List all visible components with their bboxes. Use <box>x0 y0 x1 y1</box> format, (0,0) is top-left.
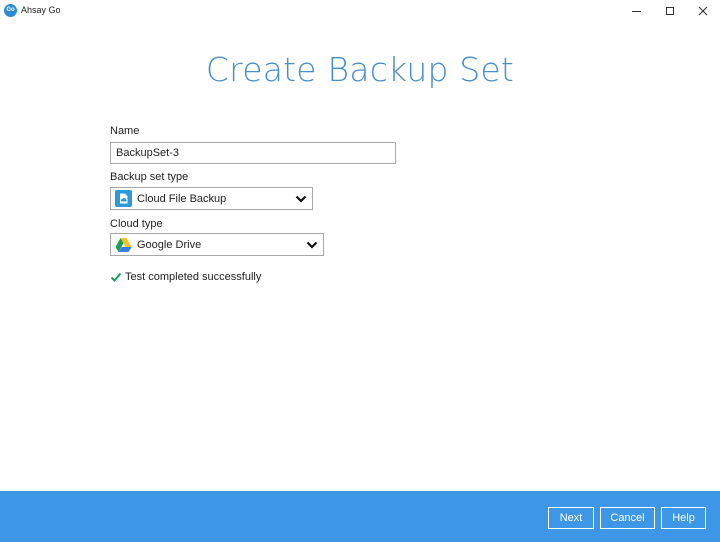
backup-type-value: Cloud File Backup <box>137 192 227 205</box>
cancel-button[interactable]: Cancel <box>600 507 655 529</box>
chevron-down-icon <box>295 195 307 203</box>
name-label: Name <box>110 125 140 137</box>
backup-type-label: Backup set type <box>110 171 189 183</box>
minimize-button[interactable] <box>619 0 653 22</box>
title-bar: Go Ahsay Go <box>0 0 720 22</box>
footer-bar: Next Cancel Help <box>0 491 720 542</box>
cloud-type-select[interactable]: Google Drive <box>110 233 324 256</box>
google-drive-icon <box>115 236 132 253</box>
page-title: Create Backup Set <box>205 50 515 89</box>
cloud-type-label: Cloud type <box>110 218 163 230</box>
maximize-button[interactable] <box>653 0 687 22</box>
test-status: Test completed successfully <box>110 271 261 283</box>
close-button[interactable] <box>686 0 720 22</box>
app-logo-icon: Go <box>4 4 17 17</box>
window-title: Ahsay Go <box>21 5 61 15</box>
chevron-down-icon <box>306 241 318 249</box>
cloud-file-backup-icon <box>115 190 132 207</box>
next-button[interactable]: Next <box>548 507 594 529</box>
backup-type-select[interactable]: Cloud File Backup <box>110 187 313 210</box>
cloud-type-value: Google Drive <box>137 238 202 251</box>
maximize-icon <box>666 7 674 15</box>
name-input[interactable] <box>110 142 396 164</box>
close-icon <box>698 6 708 16</box>
checkmark-icon <box>110 272 122 282</box>
minimize-icon <box>631 10 641 12</box>
status-text: Test completed successfully <box>125 271 262 283</box>
help-button[interactable]: Help <box>661 507 706 529</box>
